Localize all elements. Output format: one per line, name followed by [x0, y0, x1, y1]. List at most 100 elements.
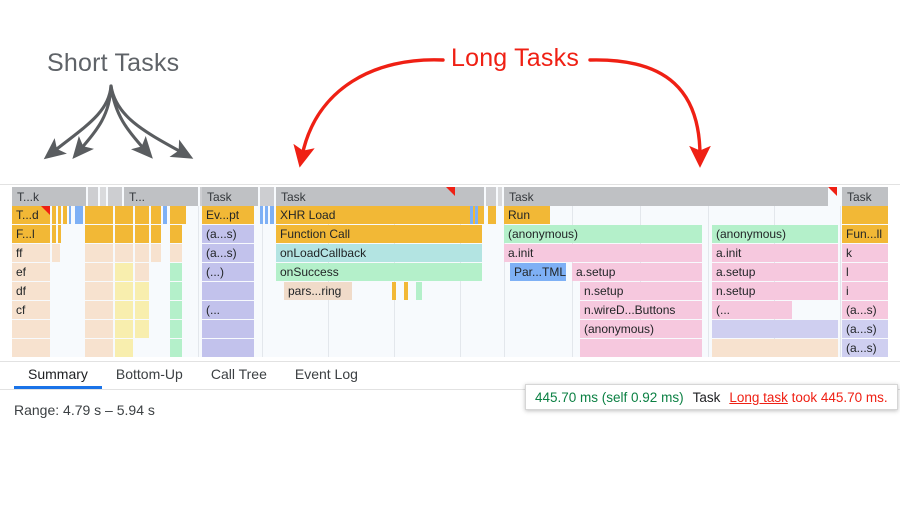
flame-bar-sliver[interactable] — [475, 206, 478, 224]
flame-bar[interactable]: (...) — [202, 263, 254, 281]
flame-bar-sliver[interactable] — [52, 206, 56, 224]
flame-bar-sliver[interactable] — [85, 339, 113, 357]
flame-bar-sliver[interactable] — [115, 320, 133, 338]
flame-bar[interactable]: ff — [12, 244, 50, 262]
flame-bar-sliver[interactable] — [202, 320, 254, 338]
flame-bar-sliver[interactable] — [265, 206, 268, 224]
flame-bar-sliver[interactable] — [202, 339, 254, 357]
flame-bar-sliver[interactable] — [151, 206, 161, 224]
flame-bar-sliver[interactable] — [52, 244, 60, 262]
flame-bar[interactable]: (... — [712, 301, 792, 319]
flame-bar-sliver[interactable] — [135, 320, 149, 338]
flame-bar[interactable]: n.setup — [580, 282, 702, 300]
flame-bar-sliver[interactable] — [170, 339, 182, 357]
flame-bar-sliver[interactable] — [115, 225, 133, 243]
task-header-block[interactable] — [260, 187, 274, 206]
flame-bar-sliver[interactable] — [115, 263, 133, 281]
flame-bar-sliver[interactable] — [85, 301, 113, 319]
flame-bar-sliver[interactable] — [151, 244, 161, 262]
flame-bar[interactable]: a.init — [712, 244, 838, 262]
flame-bar-sliver[interactable] — [170, 225, 182, 243]
flame-bar-sliver[interactable] — [842, 206, 888, 224]
flame-bar-sliver[interactable] — [12, 339, 50, 357]
task-header-block[interactable] — [88, 187, 98, 206]
flame-bar[interactable]: pars...ring — [284, 282, 352, 300]
flame-bar[interactable]: n.wireD...Buttons — [580, 301, 702, 319]
flame-bar[interactable]: Par...TML — [510, 263, 566, 281]
flame-bar-sliver[interactable] — [470, 206, 473, 224]
flame-bar[interactable]: a.setup — [572, 263, 702, 281]
tab-call-tree[interactable]: Call Tree — [197, 366, 281, 389]
flame-bar-sliver[interactable] — [170, 320, 182, 338]
flame-bar-sliver[interactable] — [170, 244, 182, 262]
flame-bar-sliver[interactable] — [58, 225, 61, 243]
task-header-row[interactable]: T...k T... Task Task Task Task — [12, 187, 888, 206]
tooltip-long-task-link[interactable]: Long task — [729, 390, 788, 405]
flame-bar-sliver[interactable] — [404, 282, 408, 300]
flame-bar[interactable]: (a...s) — [842, 301, 888, 319]
task-header-block[interactable] — [486, 187, 496, 206]
task-header-block[interactable] — [498, 187, 502, 206]
flame-bar-sliver[interactable] — [392, 282, 396, 300]
flame-bar-sliver[interactable] — [85, 244, 113, 262]
flame-bar-sliver[interactable] — [712, 339, 838, 357]
flame-bar[interactable]: a.setup — [712, 263, 838, 281]
flame-bar[interactable]: onSuccess — [276, 263, 482, 281]
flame-bar-sliver[interactable] — [135, 244, 149, 262]
flame-bar-sliver[interactable] — [202, 282, 254, 300]
flame-bar[interactable]: (a...s) — [842, 339, 888, 357]
flame-bar-sliver[interactable] — [416, 282, 422, 300]
flame-bar[interactable]: (anonymous) — [504, 225, 702, 243]
tab-bottom-up[interactable]: Bottom-Up — [102, 366, 197, 389]
flame-bar-sliver[interactable] — [170, 263, 182, 281]
flame-bar[interactable]: (a...s) — [202, 225, 254, 243]
flame-bar[interactable]: XHR Load — [276, 206, 482, 224]
flame-bar-sliver[interactable] — [85, 206, 113, 224]
flame-bar[interactable]: ef — [12, 263, 50, 281]
flame-bar[interactable]: n.setup — [712, 282, 838, 300]
flame-bar-sliver[interactable] — [151, 225, 161, 243]
flame-bar-sliver[interactable] — [260, 206, 263, 224]
flame-bar-sliver[interactable] — [75, 206, 83, 224]
flame-bar-sliver[interactable] — [135, 282, 149, 300]
flame-bar-sliver[interactable] — [85, 320, 113, 338]
flame-bar-sliver[interactable] — [12, 320, 50, 338]
flame-bar-sliver[interactable] — [115, 282, 133, 300]
flame-bar-sliver[interactable] — [135, 301, 149, 319]
flame-bar[interactable]: cf — [12, 301, 50, 319]
flame-bar[interactable]: (... — [202, 301, 254, 319]
flame-bar-sliver[interactable] — [170, 282, 182, 300]
flame-bar[interactable]: Fun...ll — [842, 225, 888, 243]
flame-bar[interactable]: (anonymous) — [712, 225, 838, 243]
flame-bar[interactable]: F...l — [12, 225, 50, 243]
task-header-block[interactable] — [504, 187, 828, 206]
flame-bar-sliver[interactable] — [135, 206, 149, 224]
flame-bar-sliver[interactable] — [115, 339, 133, 357]
flame-bar[interactable]: i — [842, 282, 888, 300]
flame-bar-sliver[interactable] — [170, 301, 182, 319]
task-header-block[interactable] — [100, 187, 106, 206]
flame-bar-sliver[interactable] — [115, 301, 133, 319]
task-header-block[interactable] — [108, 187, 122, 206]
flame-bar-sliver[interactable] — [85, 282, 113, 300]
flame-bar-sliver[interactable] — [63, 206, 67, 224]
flame-bar-sliver[interactable] — [58, 206, 61, 224]
flame-bar-sliver[interactable] — [135, 225, 149, 243]
flame-bar-sliver[interactable] — [85, 263, 113, 281]
flame-bar[interactable]: Ev...pt — [202, 206, 254, 224]
flame-bar-sliver[interactable] — [488, 206, 496, 224]
flame-bar-sliver[interactable] — [480, 206, 484, 224]
flame-bar-sliver[interactable] — [135, 263, 149, 281]
flame-bar-sliver[interactable] — [170, 206, 186, 224]
flame-bar-sliver[interactable] — [115, 244, 133, 262]
flame-bar[interactable]: k — [842, 244, 888, 262]
flame-chart[interactable]: T...k T... Task Task Task Task T...d Ev...pt XH… — [12, 187, 888, 357]
flame-bar-sliver[interactable] — [270, 206, 274, 224]
tab-summary[interactable]: Summary — [14, 366, 102, 389]
flame-bar-sliver[interactable] — [52, 225, 56, 243]
flame-bar[interactable]: Function Call — [276, 225, 482, 243]
flame-bar-sliver[interactable] — [85, 225, 113, 243]
flame-bar-sliver[interactable] — [163, 206, 167, 224]
flame-bar[interactable]: l — [842, 263, 888, 281]
flame-bar[interactable]: (a...s) — [842, 320, 888, 338]
